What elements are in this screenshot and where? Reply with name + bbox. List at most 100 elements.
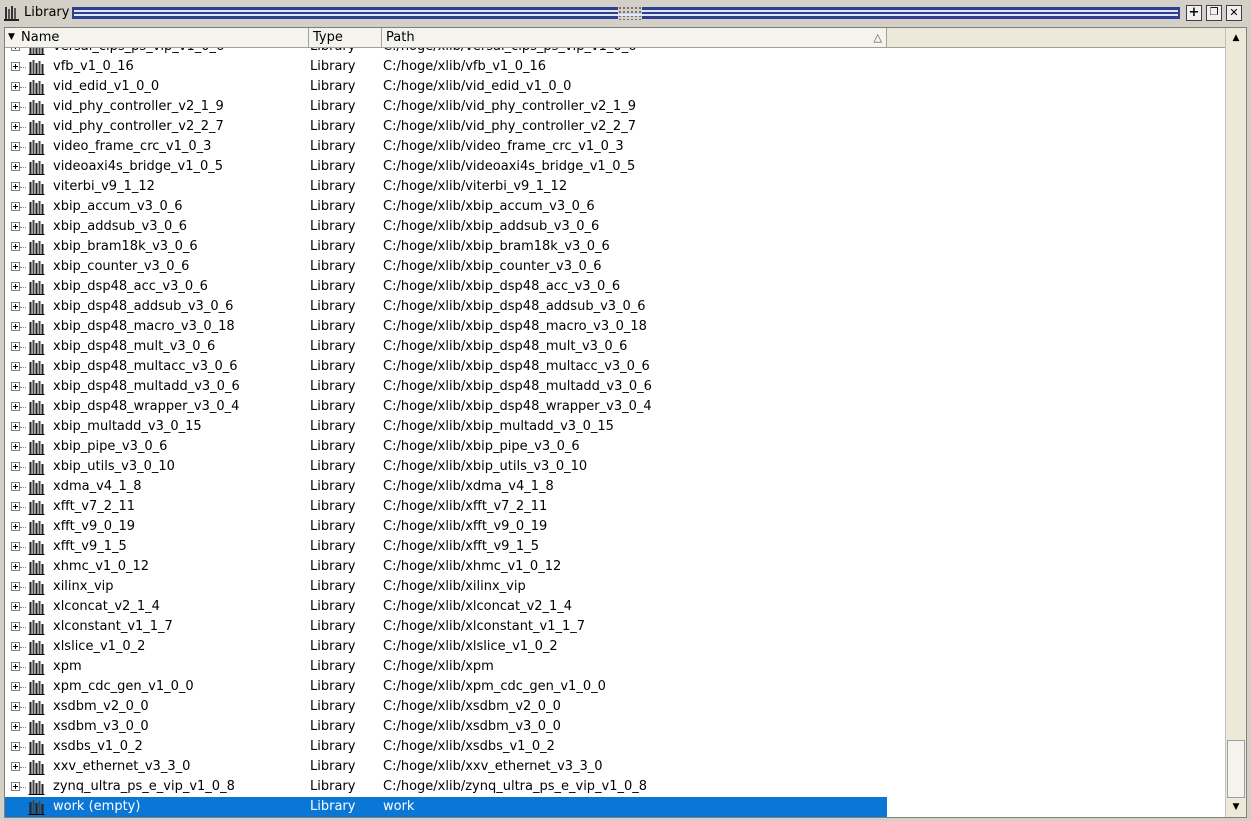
- table-row[interactable]: xsdbm_v2_0_0 Library C:/hoge/xlib/xsdbm_v2…: [5, 697, 887, 717]
- tree-connector: [20, 647, 26, 648]
- column-name-header[interactable]: ▼ Name: [5, 28, 309, 47]
- plus-expander-icon[interactable]: [11, 462, 20, 471]
- plus-expander-icon[interactable]: [11, 742, 20, 751]
- table-row[interactable]: work (empty) Library work: [5, 797, 887, 817]
- plus-expander-icon[interactable]: [11, 202, 20, 211]
- row-path: C:/hoge/xlib/vid_edid_v1_0_0: [383, 79, 572, 94]
- plus-expander-icon[interactable]: [11, 402, 20, 411]
- plus-expander-icon[interactable]: [11, 48, 20, 51]
- plus-expander-icon[interactable]: [11, 682, 20, 691]
- plus-expander-icon[interactable]: [11, 542, 20, 551]
- table-row[interactable]: xbip_accum_v3_0_6 Library C:/hoge/xlib/xbi…: [5, 197, 887, 217]
- column-path-header[interactable]: Path △: [382, 28, 887, 47]
- plus-expander-icon[interactable]: [11, 182, 20, 191]
- plus-expander-icon[interactable]: [11, 762, 20, 771]
- plus-expander-icon[interactable]: [11, 622, 20, 631]
- plus-expander-icon[interactable]: [11, 342, 20, 351]
- table-row[interactable]: xlconstant_v1_1_7 Library C:/hoge/xlib/xlc…: [5, 617, 887, 637]
- plus-expander-icon[interactable]: [11, 102, 20, 111]
- row-path: work: [383, 799, 415, 814]
- grip-dots-icon[interactable]: [618, 6, 642, 20]
- plus-expander-icon[interactable]: [11, 522, 20, 531]
- table-row[interactable]: xsdbs_v1_0_2 Library C:/hoge/xlib/xsdbs_v1…: [5, 737, 887, 757]
- table-row[interactable]: vid_edid_v1_0_0 Library C:/hoge/xlib/vid_e…: [5, 77, 887, 97]
- row-path: C:/hoge/xlib/xbip_dsp48_macro_v3_0_18: [383, 319, 647, 334]
- table-row[interactable]: xbip_dsp48_multacc_v3_0_6 Library C:/hoge/…: [5, 357, 887, 377]
- drag-grip[interactable]: [72, 6, 1180, 20]
- plus-expander-icon[interactable]: [11, 62, 20, 71]
- plus-expander-icon[interactable]: [11, 562, 20, 571]
- table-row[interactable]: xilinx_vip Library C:/hoge/xlib/xilinx_vip: [5, 577, 887, 597]
- table-row[interactable]: xbip_dsp48_addsub_v3_0_6 Library C:/hoge/x…: [5, 297, 887, 317]
- table-row[interactable]: xlslice_v1_0_2 Library C:/hoge/xlib/xlslic…: [5, 637, 887, 657]
- table-row[interactable]: xfft_v9_0_19 Library C:/hoge/xlib/xfft_v9_…: [5, 517, 887, 537]
- table-row[interactable]: versal_cips_ps_vip_v1_0_6 Library C:/hoge/…: [5, 48, 887, 57]
- table-row[interactable]: viterbi_v9_1_12 Library C:/hoge/xlib/viter…: [5, 177, 887, 197]
- row-name: xlconcat_v2_1_4: [53, 599, 160, 614]
- table-row[interactable]: xbip_dsp48_multadd_v3_0_6 Library C:/hoge/…: [5, 377, 887, 397]
- plus-expander-icon[interactable]: [11, 782, 20, 791]
- table-row[interactable]: xbip_counter_v3_0_6 Library C:/hoge/xlib/x…: [5, 257, 887, 277]
- vertical-scrollbar[interactable]: ▲ ▼: [1225, 28, 1246, 817]
- library-books-icon: [28, 440, 45, 455]
- table-row[interactable]: vid_phy_controller_v2_1_9 Library C:/hoge/…: [5, 97, 887, 117]
- plus-expander-icon[interactable]: [11, 362, 20, 371]
- row-type: Library: [310, 739, 356, 754]
- table-row[interactable]: xsdbm_v3_0_0 Library C:/hoge/xlib/xsdbm_v3…: [5, 717, 887, 737]
- plus-expander-icon[interactable]: [11, 502, 20, 511]
- table-row[interactable]: videoaxi4s_bridge_v1_0_5 Library C:/hoge/x…: [5, 157, 887, 177]
- plus-expander-icon[interactable]: [11, 722, 20, 731]
- plus-expander-icon[interactable]: [11, 422, 20, 431]
- table-row[interactable]: xbip_bram18k_v3_0_6 Library C:/hoge/xlib/x…: [5, 237, 887, 257]
- table-row[interactable]: xpm Library C:/hoge/xlib/xpm: [5, 657, 887, 677]
- row-path: C:/hoge/xlib/xxv_ethernet_v3_3_0: [383, 759, 603, 774]
- table-row[interactable]: xbip_pipe_v3_0_6 Library C:/hoge/xlib/xbip…: [5, 437, 887, 457]
- plus-expander-icon[interactable]: [11, 122, 20, 131]
- table-row[interactable]: zynq_ultra_ps_e_vip_v1_0_8 Library C:/hoge…: [5, 777, 887, 797]
- library-books-icon: [28, 480, 45, 495]
- table-row[interactable]: vfb_v1_0_16 Library C:/hoge/xlib/vfb_v1_0_…: [5, 57, 887, 77]
- table-row[interactable]: xbip_addsub_v3_0_6 Library C:/hoge/xlib/xb…: [5, 217, 887, 237]
- plus-expander-icon[interactable]: [11, 702, 20, 711]
- plus-expander-icon[interactable]: [11, 322, 20, 331]
- column-menu-icon[interactable]: ▼: [8, 28, 15, 47]
- table-row[interactable]: xdma_v4_1_8 Library C:/hoge/xlib/xdma_v4_1…: [5, 477, 887, 497]
- plus-expander-icon[interactable]: [11, 482, 20, 491]
- plus-expander-icon[interactable]: [11, 282, 20, 291]
- table-row[interactable]: xbip_dsp48_mult_v3_0_6 Library C:/hoge/xli…: [5, 337, 887, 357]
- plus-expander-icon[interactable]: [11, 602, 20, 611]
- table-row[interactable]: xfft_v9_1_5 Library C:/hoge/xlib/xfft_v9_1…: [5, 537, 887, 557]
- add-button[interactable]: +: [1186, 5, 1202, 21]
- plus-expander-icon[interactable]: [11, 162, 20, 171]
- table-row[interactable]: xbip_utils_v3_0_10 Library C:/hoge/xlib/xb…: [5, 457, 887, 477]
- plus-expander-icon[interactable]: [11, 642, 20, 651]
- scroll-down-button[interactable]: ▼: [1227, 798, 1245, 816]
- restore-button[interactable]: ❐: [1206, 5, 1222, 21]
- table-row[interactable]: xbip_dsp48_acc_v3_0_6 Library C:/hoge/xlib…: [5, 277, 887, 297]
- table-row[interactable]: xbip_multadd_v3_0_15 Library C:/hoge/xlib/…: [5, 417, 887, 437]
- plus-expander-icon[interactable]: [11, 302, 20, 311]
- column-type-header[interactable]: Type: [309, 28, 382, 47]
- row-type: Library: [310, 279, 356, 294]
- plus-expander-icon[interactable]: [11, 142, 20, 151]
- table-row[interactable]: xpm_cdc_gen_v1_0_0 Library C:/hoge/xlib/xp…: [5, 677, 887, 697]
- plus-expander-icon[interactable]: [11, 82, 20, 91]
- plus-expander-icon[interactable]: [11, 382, 20, 391]
- plus-expander-icon[interactable]: [11, 662, 20, 671]
- plus-expander-icon[interactable]: [11, 242, 20, 251]
- table-row[interactable]: xhmc_v1_0_12 Library C:/hoge/xlib/xhmc_v1_…: [5, 557, 887, 577]
- plus-expander-icon[interactable]: [11, 222, 20, 231]
- table-row[interactable]: xbip_dsp48_wrapper_v3_0_4 Library C:/hoge/…: [5, 397, 887, 417]
- scroll-up-button[interactable]: ▲: [1227, 29, 1245, 47]
- table-row[interactable]: xbip_dsp48_macro_v3_0_18 Library C:/hoge/x…: [5, 317, 887, 337]
- scroll-thumb[interactable]: [1227, 740, 1245, 798]
- table-row[interactable]: xxv_ethernet_v3_3_0 Library C:/hoge/xlib/x…: [5, 757, 887, 777]
- table-row[interactable]: video_frame_crc_v1_0_3 Library C:/hoge/xli…: [5, 137, 887, 157]
- table-row[interactable]: vid_phy_controller_v2_2_7 Library C:/hoge/…: [5, 117, 887, 137]
- plus-expander-icon[interactable]: [11, 442, 20, 451]
- plus-expander-icon[interactable]: [11, 582, 20, 591]
- table-row[interactable]: xfft_v7_2_11 Library C:/hoge/xlib/xfft_v7_…: [5, 497, 887, 517]
- table-row[interactable]: xlconcat_v2_1_4 Library C:/hoge/xlib/xlcon…: [5, 597, 887, 617]
- plus-expander-icon[interactable]: [11, 262, 20, 271]
- close-button[interactable]: ✕: [1226, 5, 1242, 21]
